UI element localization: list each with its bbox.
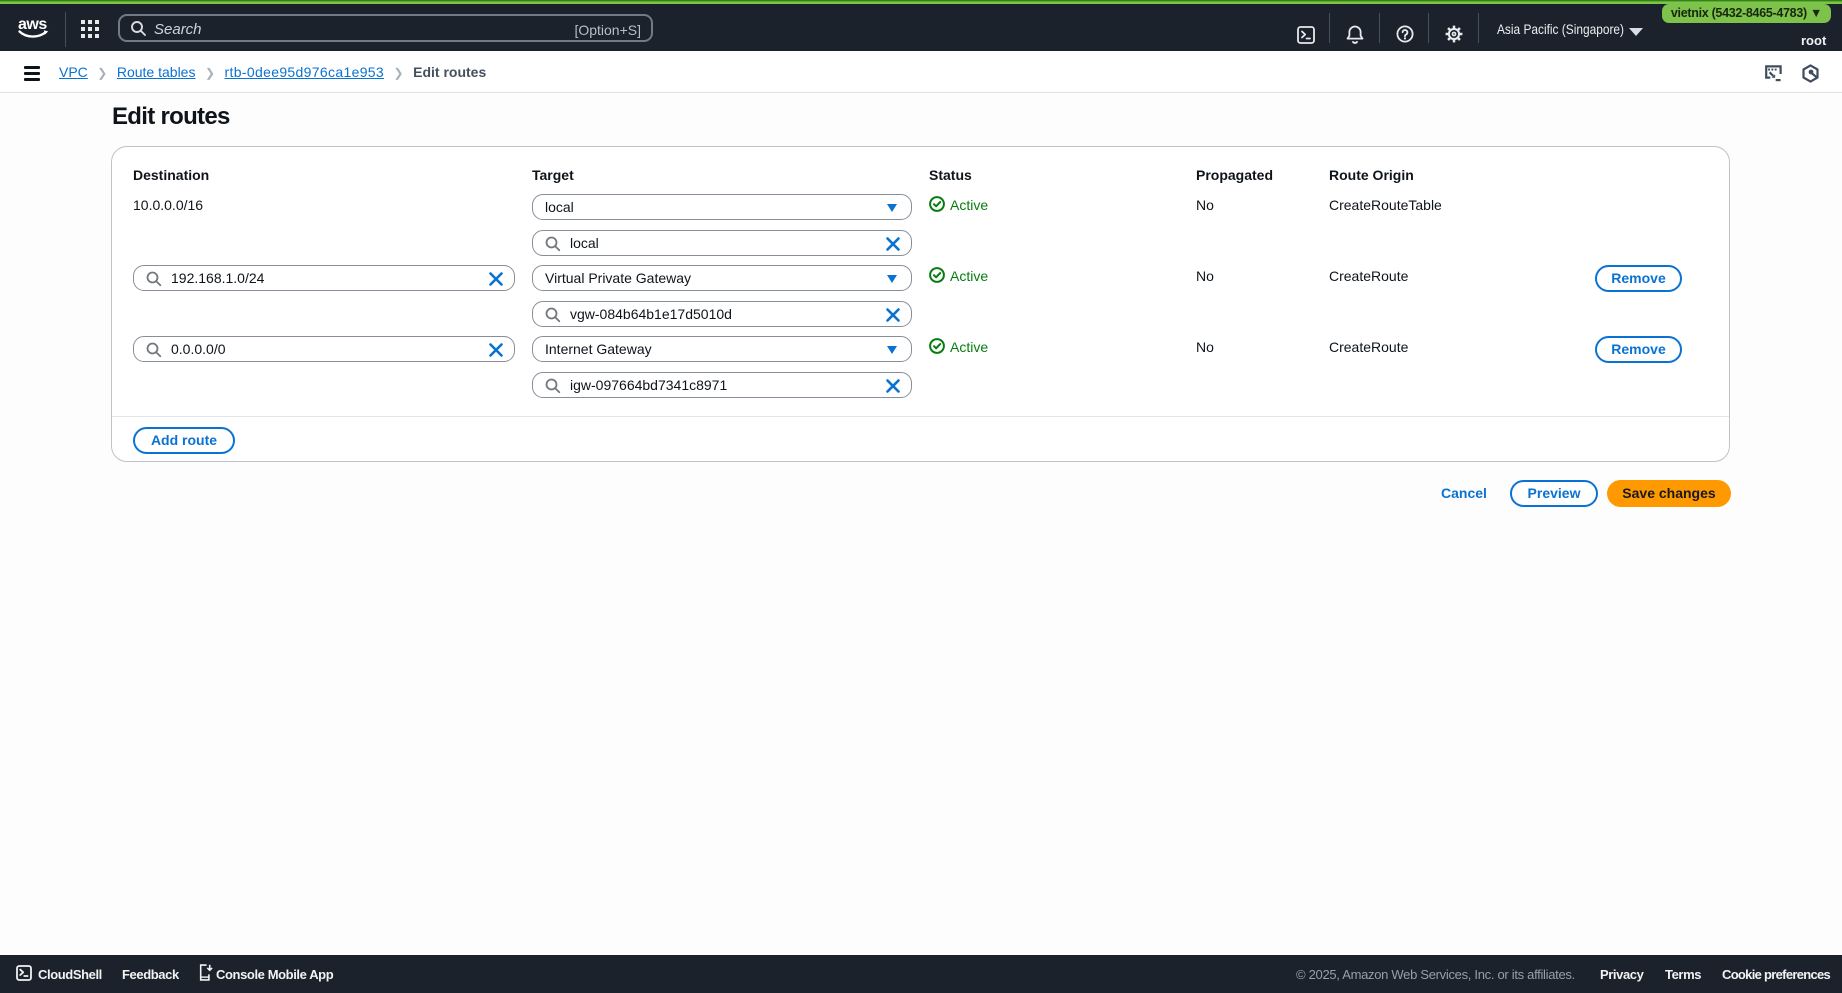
svg-text:aws: aws (18, 16, 47, 33)
